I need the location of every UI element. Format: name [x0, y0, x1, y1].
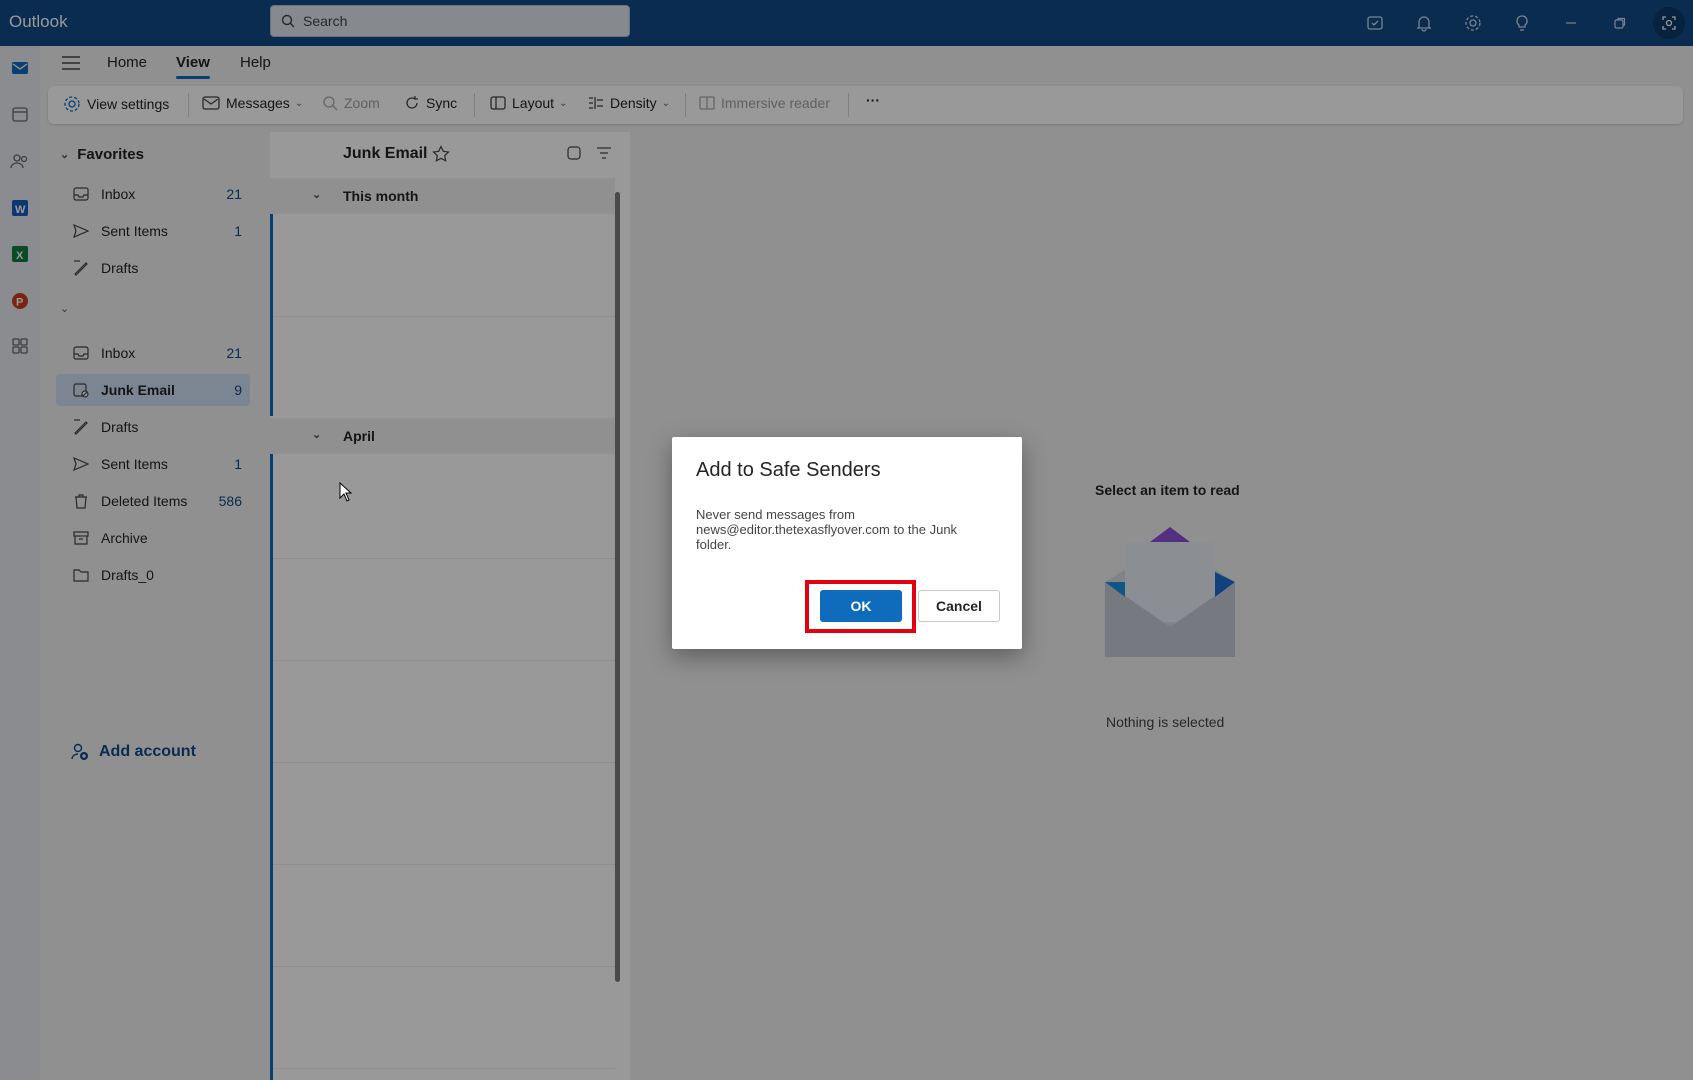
dialog-title: Add to Safe Senders — [696, 459, 881, 481]
add-safe-senders-dialog: Add to Safe Senders Never send messages … — [672, 437, 1022, 649]
ok-button[interactable]: OK — [820, 590, 902, 622]
mouse-cursor-icon — [339, 481, 353, 505]
dialog-message: Never send messages from news@editor.the… — [696, 507, 958, 552]
cancel-button[interactable]: Cancel — [918, 590, 1000, 622]
